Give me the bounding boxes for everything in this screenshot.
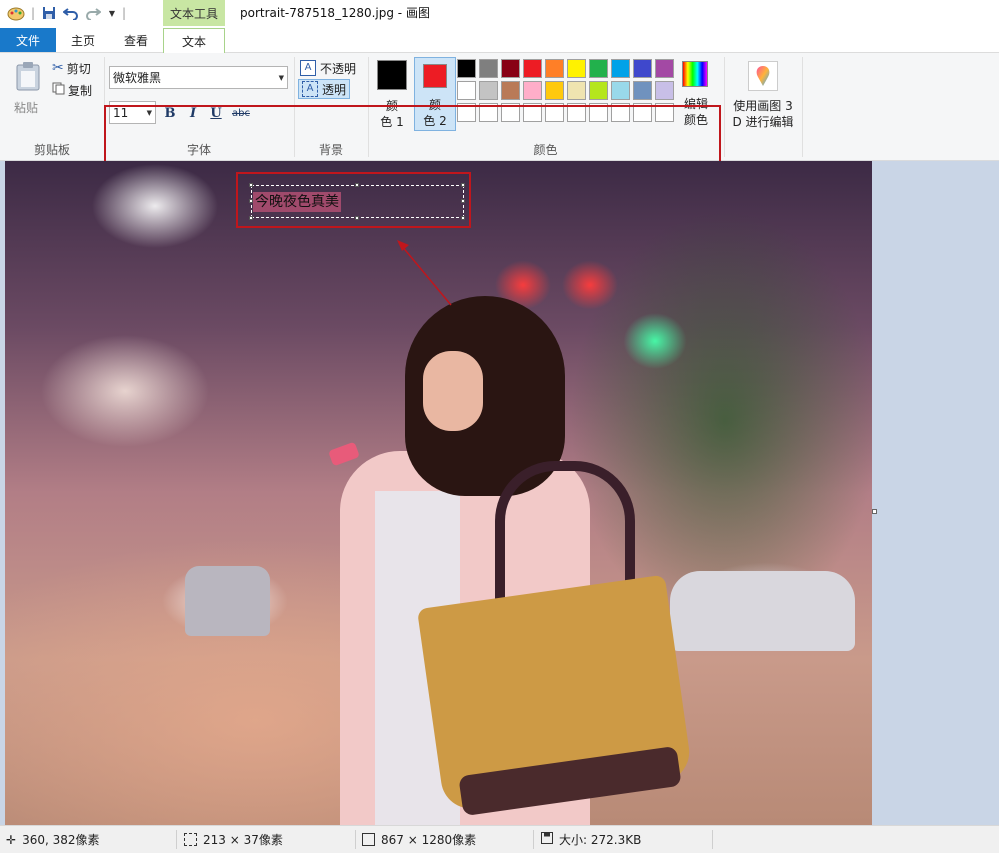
scissors-icon: ✂ xyxy=(52,60,64,76)
palette-swatch[interactable] xyxy=(501,81,520,100)
canvas-resize-handle[interactable] xyxy=(872,509,877,514)
ribbon: 粘贴 ✂ 剪切 复制 剪贴板 微软雅黑 ▼ 11 ▼ B I U abc 字体 … xyxy=(0,53,999,190)
transparent-icon: A xyxy=(302,81,318,97)
redo-icon[interactable] xyxy=(84,4,102,22)
image-size-value: 867 × 1280像素 xyxy=(381,833,477,847)
font-family-select[interactable]: 微软雅黑 ▼ xyxy=(109,66,288,89)
ribbon-tabs: 文件 主页 查看 文本 xyxy=(0,28,999,53)
status-divider xyxy=(533,830,534,849)
copy-button[interactable]: 复制 xyxy=(52,81,92,99)
palette-swatch[interactable] xyxy=(523,59,542,78)
palette-swatch[interactable] xyxy=(501,59,520,78)
image-size: 867 × 1280像素 xyxy=(362,826,476,853)
text-tools-context-label: 文本工具 xyxy=(163,0,225,26)
image-size-icon xyxy=(362,833,375,846)
palette-swatch[interactable] xyxy=(479,59,498,78)
color2-swatch xyxy=(423,64,447,88)
palette-swatch[interactable] xyxy=(655,59,674,78)
car-right xyxy=(670,571,855,651)
cursor-position-value: 360, 382像素 xyxy=(22,833,100,847)
palette-swatch[interactable] xyxy=(633,59,652,78)
copy-icon xyxy=(52,82,65,98)
paint3d-icon xyxy=(748,61,778,91)
paste-button[interactable]: 粘贴 xyxy=(8,59,46,115)
chevron-down-icon: ▼ xyxy=(278,73,284,82)
palette-swatch[interactable] xyxy=(523,81,542,100)
person-face xyxy=(423,351,483,431)
ribbon-divider xyxy=(724,57,725,157)
save-icon[interactable] xyxy=(40,4,58,22)
undo-icon[interactable] xyxy=(62,4,80,22)
selection-size-value: 213 × 37像素 xyxy=(203,833,283,847)
annotation-arrow xyxy=(397,240,452,306)
window-title: portrait-787518_1280.jpg - 画图 xyxy=(240,6,430,20)
tab-file[interactable]: 文件 xyxy=(0,28,56,52)
disk-icon xyxy=(541,832,553,847)
workspace[interactable]: 今晚夜色真美 xyxy=(0,161,999,825)
file-size: 大小: 272.3KB xyxy=(541,826,641,853)
customize-toolbar-icon[interactable]: ▼ xyxy=(106,4,118,22)
opaque-option[interactable]: A 不透明 xyxy=(300,59,356,77)
qa-divider-2: | xyxy=(121,6,127,20)
clipboard-group-label: 剪贴板 xyxy=(33,143,70,157)
opaque-label: 不透明 xyxy=(320,61,357,76)
status-divider xyxy=(176,830,177,849)
clipboard-icon xyxy=(14,61,42,94)
selection-icon xyxy=(184,833,197,846)
copy-label: 复制 xyxy=(68,83,93,98)
crosshair-icon: ✛ xyxy=(6,832,17,847)
palette-swatch[interactable] xyxy=(479,81,498,100)
paste-label: 粘贴 xyxy=(14,101,39,115)
annotation-text-highlight xyxy=(236,172,471,228)
font-family-value: 微软雅黑 xyxy=(113,71,162,85)
selection-size: 213 × 37像素 xyxy=(184,826,283,853)
transparent-label: 透明 xyxy=(322,82,347,97)
ribbon-divider xyxy=(802,57,803,157)
status-divider xyxy=(712,830,713,849)
palette-swatch[interactable] xyxy=(633,81,652,100)
tab-home[interactable]: 主页 xyxy=(56,28,110,52)
status-divider xyxy=(355,830,356,849)
file-size-value: 大小: 272.3KB xyxy=(559,833,642,847)
car-left xyxy=(185,566,270,636)
paint3d-button[interactable]: 使用画图 3 D 进行编辑 xyxy=(728,59,798,135)
status-bar: ✛ 360, 382像素 213 × 37像素 867 × 1280像素 大小:… xyxy=(0,825,999,853)
phone xyxy=(328,441,360,467)
opaque-icon: A xyxy=(300,60,316,76)
cut-button[interactable]: ✂ 剪切 xyxy=(52,59,91,77)
qa-divider: | xyxy=(30,6,36,20)
cursor-position: ✛ 360, 382像素 xyxy=(6,826,100,853)
paint-app-icon[interactable] xyxy=(6,4,26,22)
palette-swatch[interactable] xyxy=(457,59,476,78)
cut-label: 剪切 xyxy=(66,61,91,76)
palette-swatch[interactable] xyxy=(611,59,630,78)
palette-swatch[interactable] xyxy=(545,81,564,100)
palette-swatch[interactable] xyxy=(567,59,586,78)
palette-swatch[interactable] xyxy=(611,81,630,100)
palette-swatch[interactable] xyxy=(655,81,674,100)
paint3d-label-line2: D 进行编辑 xyxy=(732,115,794,129)
color1-swatch xyxy=(377,60,407,90)
palette-swatch[interactable] xyxy=(589,59,608,78)
title-bar: | ▼ | 文本工具 portrait-787518_1280.jpg - 画图 xyxy=(0,0,999,28)
paint3d-label-line1: 使用画图 3 xyxy=(733,99,793,113)
rainbow-palette-icon xyxy=(682,61,708,87)
palette-swatch[interactable] xyxy=(545,59,564,78)
palette-swatch[interactable] xyxy=(589,81,608,100)
tab-view[interactable]: 查看 xyxy=(110,28,162,52)
tab-text[interactable]: 文本 xyxy=(163,28,225,53)
image-canvas[interactable]: 今晚夜色真美 xyxy=(5,161,872,825)
palette-swatch[interactable] xyxy=(567,81,586,100)
transparent-option[interactable]: A 透明 xyxy=(298,79,351,99)
palette-swatch[interactable] xyxy=(457,81,476,100)
